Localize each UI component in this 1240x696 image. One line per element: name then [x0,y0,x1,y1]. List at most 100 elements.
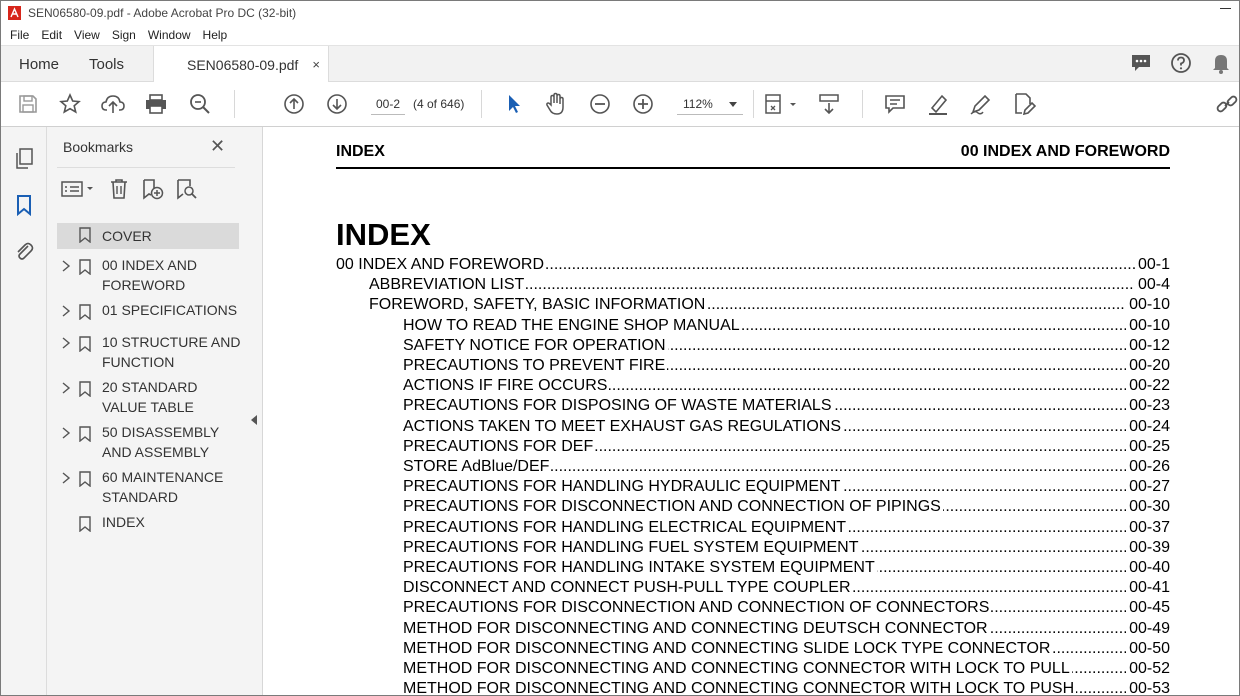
bookmark-label: 00 INDEX AND FOREWORD [102,257,197,293]
toc-entry[interactable]: ........................................… [403,316,1170,336]
toc-entry[interactable]: ........................................… [403,639,1170,659]
toc-entry[interactable]: ........................................… [403,376,1170,396]
comment-icon[interactable] [883,92,907,116]
print-icon[interactable] [144,92,168,116]
previous-page-icon[interactable] [282,92,306,116]
attachment-paperclip-icon[interactable] [12,239,36,263]
delete-trash-icon[interactable] [107,177,131,201]
toc-entry-page: 00-23 [1126,396,1170,416]
toc-entry-page: 00-30 [1126,497,1170,517]
chevron-right-icon[interactable] [61,426,71,440]
upload-cloud-icon[interactable] [101,92,125,116]
page-number-input[interactable]: 00-2 [371,94,405,115]
toc-entry[interactable]: ........................................… [403,437,1170,457]
chevron-right-icon[interactable] [61,471,71,485]
toc-entry[interactable]: ........................................… [403,477,1170,497]
hand-tool-icon[interactable] [544,92,568,116]
bookmark-item-60-maintenance-standard[interactable]: 60 MAINTENANCE STANDARD [57,467,239,509]
toc-entry-page: 00-40 [1126,558,1170,578]
tab-tools[interactable]: Tools [89,46,124,82]
tab-document[interactable]: SEN06580-09.pdf × [153,46,329,83]
toc-entry[interactable]: ........................................… [403,497,1170,517]
menu-help[interactable]: Help [203,28,228,42]
bookmark-item-cover[interactable]: COVER [57,223,239,249]
toolbar-separator [234,90,235,118]
find-bookmark-icon[interactable] [175,177,199,201]
toc-entry[interactable]: ........................................… [369,295,1170,315]
toc-entry[interactable]: ........................................… [403,659,1170,679]
toc-entry[interactable]: ........................................… [403,356,1170,376]
zoom-level-select[interactable]: 112% [677,94,743,115]
bookmark-item-00-index-and-foreword[interactable]: 00 INDEX AND FOREWORD [57,255,239,297]
page-fit-icon[interactable] [764,92,800,116]
menu-view[interactable]: View [74,28,100,42]
options-menu-icon[interactable] [61,177,97,201]
new-bookmark-icon[interactable] [141,177,165,201]
tab-close-icon[interactable]: × [312,57,320,72]
toc-entry[interactable]: ........................................… [403,417,1170,437]
chevron-right-icon[interactable] [61,259,71,273]
toc-entry[interactable]: ........................................… [336,255,1170,275]
star-icon[interactable] [58,92,82,116]
menu-sign[interactable]: Sign [112,28,136,42]
toc-entry[interactable]: ........................................… [403,518,1170,538]
toc-entry-page: 00-49 [1126,619,1170,639]
toc-entry[interactable]: ........................................… [403,396,1170,416]
close-icon[interactable]: ✕ [210,136,225,157]
sign-pen-icon[interactable] [969,92,993,116]
panel-splitter[interactable] [247,127,263,695]
toc-entry[interactable]: ........................................… [403,538,1170,558]
divider [57,167,235,168]
menu-window[interactable]: Window [148,28,191,42]
toc-entry-page: 00-41 [1126,578,1170,598]
page-thumbnails-icon[interactable] [12,147,36,171]
toc-entry[interactable]: ........................................… [403,598,1170,618]
bookmark-item-index[interactable]: INDEX [57,512,239,534]
toc-entry-page: 00-12 [1126,336,1170,356]
chevron-right-icon[interactable] [61,381,71,395]
toc-entry[interactable]: ........................................… [403,558,1170,578]
document-view[interactable]: INDEX 00 INDEX AND FOREWORD INDEX ......… [263,127,1239,695]
bookmark-item-50-disassembly-and-assembly[interactable]: 50 DISASSEMBLY AND ASSEMBLY [57,422,239,464]
menu-file[interactable]: File [10,28,29,42]
chevron-right-icon[interactable] [61,336,71,350]
bookmark-label: 20 STANDARD VALUE TABLE [102,379,198,415]
toc-entry[interactable]: ........................................… [369,275,1170,295]
tab-home[interactable]: Home [19,46,59,82]
select-cursor-icon[interactable] [502,92,526,116]
toc-entry[interactable]: ........................................… [403,336,1170,356]
toc-entry[interactable]: ........................................… [403,457,1170,477]
collapse-panel-icon[interactable] [251,415,257,425]
toc-entry-title: PRECAUTIONS FOR DISCONNECTION AND CONNEC… [403,498,943,515]
toc-entry-page: 00-52 [1126,659,1170,679]
next-page-icon[interactable] [325,92,349,116]
scroll-mode-icon[interactable] [817,92,841,116]
toc-entry-page: 00-37 [1126,518,1170,538]
help-icon[interactable] [1169,51,1193,75]
menu-edit[interactable]: Edit [41,28,62,42]
toc-entry[interactable]: ........................................… [403,679,1170,695]
bookmarks-toolbar [61,177,199,201]
search-zoom-icon[interactable] [188,92,212,116]
edit-document-icon[interactable] [1012,92,1036,116]
bookmark-panel-icon[interactable] [12,193,36,217]
zoom-out-icon[interactable] [588,92,612,116]
toc-entry[interactable]: ........................................… [403,619,1170,639]
save-icon[interactable] [16,92,40,116]
toc-entry[interactable]: ........................................… [403,578,1170,598]
toc-entry-page: 00-4 [1134,275,1170,295]
comment-bubble-icon[interactable] [1129,51,1153,75]
chevron-right-icon[interactable] [61,304,71,318]
notification-bell-icon[interactable] [1209,51,1233,75]
toc-entry-title: PRECAUTIONS FOR HANDLING HYDRAULIC EQUIP… [403,478,843,495]
chevron-down-icon [729,102,737,107]
bookmark-item-10-structure-and-function[interactable]: 10 STRUCTURE AND FUNCTION [57,332,240,374]
toc-entry-title: ACTIONS TAKEN TO MEET EXHAUST GAS REGULA… [403,418,844,435]
bookmark-item-20-standard-value-table[interactable]: 20 STANDARD VALUE TABLE [57,377,239,419]
minimize-button[interactable] [1220,8,1231,9]
tab-bar: Home Tools SEN06580-09.pdf × [1,45,1239,83]
share-link-icon[interactable] [1215,92,1239,116]
zoom-in-icon[interactable] [631,92,655,116]
bookmark-item-01-specifications[interactable]: 01 SPECIFICATIONS [57,300,239,322]
highlighter-pen-icon[interactable] [926,92,950,116]
